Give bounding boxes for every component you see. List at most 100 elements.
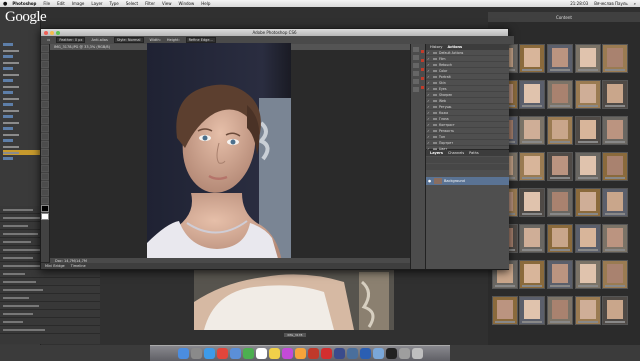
photo-thumbnail[interactable]: [575, 152, 601, 181]
tree-item[interactable]: [3, 102, 40, 107]
menu-window[interactable]: Window: [178, 1, 194, 6]
check-icon[interactable]: ✓: [426, 51, 431, 55]
style-select[interactable]: Style: Normal: [113, 37, 144, 43]
dialog-toggle-icon[interactable]: [421, 68, 424, 71]
brush-tool-icon[interactable]: [41, 101, 49, 108]
launchpad-icon[interactable]: [190, 348, 202, 359]
crop-tool-icon[interactable]: [41, 77, 49, 84]
photo-thumbnail[interactable]: [547, 260, 573, 289]
photo-thumbnail[interactable]: [547, 116, 573, 145]
tree-item[interactable]: [3, 78, 40, 83]
dialog-toggle-icon[interactable]: [421, 50, 424, 53]
window-titlebar[interactable]: Adobe Photoshop CS6: [41, 29, 508, 36]
settings-icon[interactable]: [398, 348, 410, 359]
finder-icon[interactable]: [177, 348, 189, 359]
spotlight-icon[interactable]: ⌕: [634, 1, 636, 6]
photo-thumbnail[interactable]: [602, 296, 628, 325]
preview-icon[interactable]: [372, 348, 384, 359]
eraser-tool-icon[interactable]: [41, 125, 49, 132]
google-logo[interactable]: Google: [5, 9, 47, 26]
chrome-icon[interactable]: [216, 348, 228, 359]
photo-thumbnail[interactable]: [575, 260, 601, 289]
photo-thumbnail[interactable]: [602, 116, 628, 145]
photo-thumbnail[interactable]: [575, 116, 601, 145]
tree-item[interactable]: [3, 114, 40, 119]
photo-thumbnail[interactable]: [575, 188, 601, 217]
blur-tool-icon[interactable]: [41, 141, 49, 148]
itunes-icon[interactable]: [281, 348, 293, 359]
check-icon[interactable]: ✓: [426, 141, 431, 145]
safari-icon[interactable]: [203, 348, 215, 359]
check-icon[interactable]: ✓: [426, 123, 431, 127]
photo-thumbnail[interactable]: [602, 44, 628, 73]
check-icon[interactable]: ✓: [426, 93, 431, 97]
tree-item[interactable]: [3, 108, 40, 113]
dialog-toggle-icon[interactable]: [421, 77, 424, 80]
menu-type[interactable]: Type: [110, 1, 119, 6]
history-panel-icon[interactable]: [413, 47, 419, 52]
photos-icon[interactable]: [294, 348, 306, 359]
layer-filter-bar[interactable]: [426, 157, 509, 163]
menubar-user[interactable]: Вячеслав Пауль: [594, 1, 628, 6]
dialog-toggle-icon[interactable]: [421, 59, 424, 62]
tab-history[interactable]: History: [430, 45, 442, 49]
tree-item[interactable]: [3, 138, 40, 143]
check-icon[interactable]: ✓: [426, 81, 431, 85]
close-icon[interactable]: [44, 30, 48, 35]
dodge-tool-icon[interactable]: [41, 149, 49, 156]
photo-thumbnail[interactable]: [547, 44, 573, 73]
eyedropper-tool-icon[interactable]: [41, 85, 49, 92]
tree-item[interactable]: [3, 48, 40, 53]
tree-item[interactable]: [3, 60, 40, 65]
check-icon[interactable]: ✓: [426, 57, 431, 61]
tree-item[interactable]: [3, 120, 40, 125]
photo-thumbnail[interactable]: [519, 80, 545, 109]
photo-thumbnail[interactable]: [519, 296, 545, 325]
check-icon[interactable]: ✓: [426, 63, 431, 67]
stamp-tool-icon[interactable]: [41, 109, 49, 116]
hand-tool-icon[interactable]: [41, 189, 49, 196]
menu-select[interactable]: Select: [126, 1, 138, 6]
mail-icon[interactable]: [229, 348, 241, 359]
check-icon[interactable]: ✓: [426, 69, 431, 73]
shape-tool-icon[interactable]: [41, 181, 49, 188]
trash-icon[interactable]: [411, 348, 423, 359]
tab-paths[interactable]: Paths: [469, 151, 479, 155]
acrobat-icon[interactable]: [320, 348, 332, 359]
move-tool-icon[interactable]: [41, 45, 49, 52]
brush-panel-icon[interactable]: [413, 79, 419, 84]
background-color-swatch[interactable]: [41, 213, 49, 220]
height-field[interactable]: Height:: [167, 38, 180, 42]
tab-channels[interactable]: Channels: [448, 151, 464, 155]
tree-item[interactable]: [3, 150, 40, 155]
photo-thumbnail[interactable]: [575, 44, 601, 73]
facetime-icon[interactable]: [242, 348, 254, 359]
tree-item[interactable]: [3, 126, 40, 131]
menu-app-name[interactable]: Photoshop: [12, 1, 36, 6]
pen-tool-icon[interactable]: [41, 157, 49, 164]
menu-help[interactable]: Help: [201, 1, 210, 6]
check-icon[interactable]: ✓: [426, 111, 431, 115]
menu-view[interactable]: View: [162, 1, 172, 6]
terminal-icon[interactable]: [385, 348, 397, 359]
menu-file[interactable]: File: [43, 1, 50, 6]
tree-item[interactable]: [3, 96, 40, 101]
quick-select-tool-icon[interactable]: [41, 69, 49, 76]
history-brush-tool-icon[interactable]: [41, 117, 49, 124]
properties-panel-icon[interactable]: [413, 55, 419, 60]
check-icon[interactable]: ✓: [426, 87, 431, 91]
zoom-tool-icon[interactable]: [41, 197, 49, 204]
apple-icon[interactable]: ●: [3, 1, 7, 7]
blend-mode-bar[interactable]: [426, 164, 509, 170]
menu-image[interactable]: Image: [72, 1, 85, 6]
photo-thumbnail[interactable]: [602, 260, 628, 289]
feather-field[interactable]: Feather: 0 px: [56, 37, 86, 43]
marquee-tool-icon[interactable]: [41, 53, 49, 60]
menubar-clock[interactable]: 21:28:03: [570, 1, 588, 6]
tree-item[interactable]: [3, 54, 40, 59]
zoom-icon[interactable]: [56, 30, 60, 35]
check-icon[interactable]: ✓: [426, 129, 431, 133]
photo-thumbnail[interactable]: [602, 80, 628, 109]
marquee-tool-icon[interactable]: ▭: [47, 38, 50, 42]
tab-timeline[interactable]: Timeline: [71, 264, 86, 268]
